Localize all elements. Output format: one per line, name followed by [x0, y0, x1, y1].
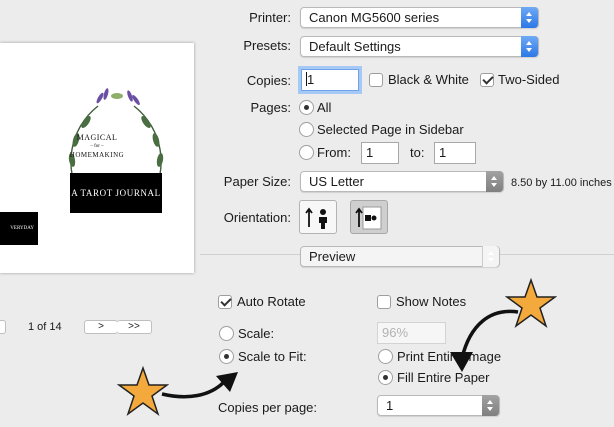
pages-from-label: From: — [317, 145, 351, 160]
pages-all-radio[interactable] — [299, 100, 314, 115]
book-title-line1: MAGICAL — [76, 133, 118, 142]
copies-value: 1 — [307, 72, 315, 87]
popup-arrows-icon — [482, 246, 499, 267]
pages-selected-radio[interactable] — [299, 122, 314, 137]
popup-arrows-icon — [521, 7, 538, 28]
presets-label: Presets: — [243, 38, 291, 53]
auto-rotate-checkbox[interactable] — [218, 295, 232, 309]
book-title-block: A TAROT JOURNAL — [70, 173, 162, 213]
scale-label: Scale: — [238, 326, 275, 341]
orientation-landscape-button[interactable] — [350, 200, 388, 234]
scale-to-fit-label: Scale to Fit: — [238, 349, 307, 364]
page-indicator: 1 of 14 — [28, 321, 62, 333]
scale-radio[interactable] — [219, 326, 234, 341]
black-white-label: Black & White — [388, 72, 469, 87]
presets-value: Default Settings — [309, 39, 401, 54]
section-popup[interactable]: Preview — [300, 246, 500, 267]
pages-from-field[interactable]: 1 — [361, 142, 399, 164]
landscape-icon — [355, 206, 382, 230]
pages-selected-label: Selected Page in Sidebar — [317, 122, 464, 137]
print-entire-image-radio[interactable] — [378, 349, 393, 364]
copies-label: Copies: — [246, 73, 291, 88]
paper-size-dimensions: 8.50 by 11.00 inches — [511, 177, 612, 189]
printer-label: Printer: — [249, 10, 291, 25]
printer-value: Canon MG5600 series — [309, 10, 440, 25]
last-page-button[interactable]: >> — [117, 320, 152, 334]
paper-size-value: US Letter — [309, 174, 364, 189]
pages-all-label: All — [317, 100, 332, 115]
two-sided-label: Two-Sided — [498, 72, 560, 87]
arrow-annotation-icon — [450, 309, 519, 372]
section-popup-value: Preview — [309, 249, 356, 264]
portrait-icon — [305, 207, 327, 229]
copies-per-page-value: 1 — [386, 398, 394, 413]
pages-to-field[interactable]: 1 — [434, 142, 476, 164]
pages-from-radio[interactable] — [299, 145, 314, 160]
presets-popup[interactable]: Default Settings — [300, 36, 539, 57]
scale-field[interactable]: 96% — [377, 322, 446, 344]
show-notes-checkbox[interactable] — [377, 295, 391, 309]
pages-label: Pages: — [250, 100, 291, 115]
book-title-line2: – for – — [90, 144, 104, 149]
scale-to-fit-radio[interactable] — [219, 349, 234, 364]
fill-entire-paper-radio[interactable] — [378, 370, 393, 385]
prev-page-button[interactable] — [0, 320, 6, 334]
copies-per-page-popup[interactable]: 1 — [377, 395, 500, 416]
auto-rotate-label: Auto Rotate — [237, 294, 306, 309]
popup-arrows-icon — [521, 36, 538, 57]
popup-arrows-icon — [486, 171, 503, 192]
two-sided-checkbox[interactable] — [480, 73, 494, 87]
next-page-button[interactable]: > — [84, 320, 118, 334]
popup-arrows-icon — [482, 395, 499, 416]
orientation-portrait-button[interactable] — [299, 200, 337, 234]
black-white-checkbox[interactable] — [369, 73, 383, 87]
pages-to-label: to: — [410, 145, 425, 160]
copies-field[interactable]: 1 — [301, 69, 359, 91]
orientation-label: Orientation: — [223, 210, 291, 225]
book-title-line3: HOMEMAKING — [69, 151, 125, 159]
paper-size-popup[interactable]: US Letter — [300, 171, 504, 192]
arrow-annotation-icon — [161, 372, 238, 399]
book-edge-block: VERYDAY — [0, 212, 38, 245]
paper-size-label: Paper Size: — [223, 174, 291, 189]
printer-popup[interactable]: Canon MG5600 series — [300, 7, 539, 28]
